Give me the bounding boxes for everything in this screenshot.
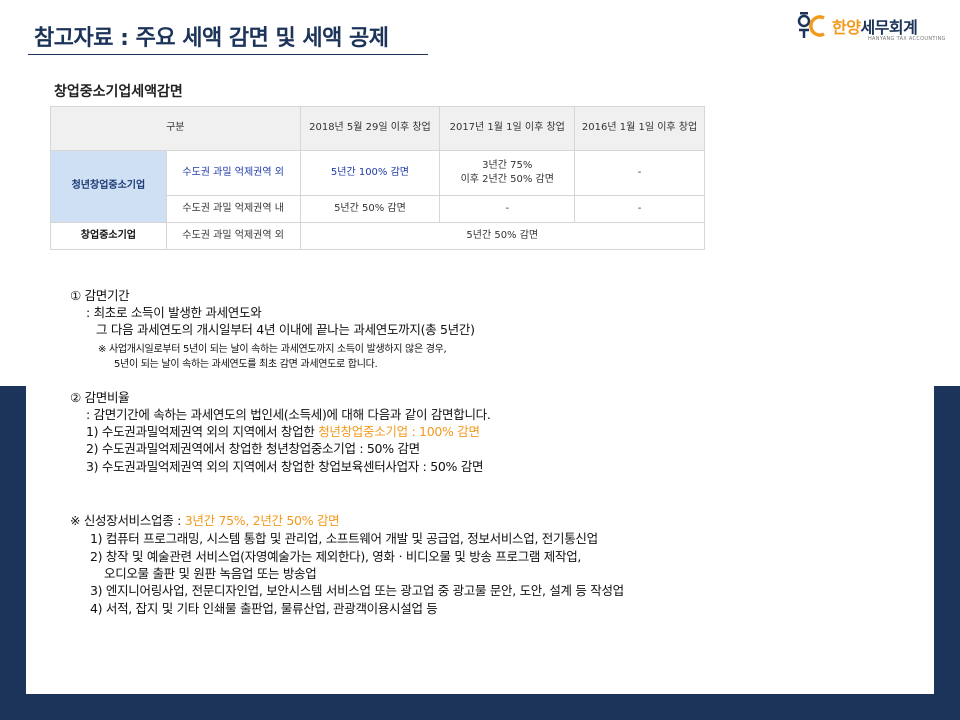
logo-mark-icon <box>797 12 825 38</box>
header-category: 구분 <box>50 106 301 151</box>
ratio-item: 3) 수도권과밀억제권역 외의 지역에서 창업한 창업보육센터사업자 : 50%… <box>86 459 484 474</box>
growth-item: 4) 서적, 잡지 및 기타 인쇄물 출판업, 물류산업, 관광객이용시설업 등 <box>90 601 438 616</box>
growth-item: 1) 컴퓨터 프로그래밍, 시스템 통합 및 관리업, 소프트웨어 개발 및 공… <box>90 531 598 546</box>
value-cell: 5년간 100% 감면 <box>299 150 441 196</box>
table-header-row: 구분 2018년 5월 29일 이후 창업 2017년 1월 1일 이후 창업 … <box>50 106 705 151</box>
header-2016: 2016년 1월 1일 이후 창업 <box>574 106 705 151</box>
table-row: 청년창업중소기업 수도권 과밀 억제권역 외 5년간 100% 감면 3년간 7… <box>50 150 705 223</box>
value-cell: - <box>574 195 705 223</box>
header-2018: 2018년 5월 29일 이후 창업 <box>299 106 441 151</box>
region-cell: 수도권 과밀 억제권역 내 <box>165 195 301 223</box>
period-note: 5년이 되는 날이 속하는 과세연도를 최초 감면 과세연도로 합니다. <box>114 359 378 370</box>
region-cell: 수도권 과밀 억제권역 외 <box>165 150 301 196</box>
company-logo: 한양세무회계 HANYANG TAX ACCOUNTING <box>796 10 946 46</box>
table-row: 창업중소기업 수도권 과밀 억제권역 외 5년간 50% 감면 <box>50 222 706 250</box>
value-cell: 5년간 50% 감면 <box>299 195 441 223</box>
growth-heading: ※ 신성장서비스업종 : 3년간 75%, 2년간 50% 감면 <box>70 513 340 528</box>
period-note: ※ 사업개시일로부터 5년이 되는 날이 속하는 과세연도까지 소득이 발생하지… <box>98 344 447 355</box>
title-underline <box>28 54 428 55</box>
header-2017: 2017년 1월 1일 이후 창업 <box>439 106 576 151</box>
merged-value-cell: 5년간 50% 감면 <box>299 222 706 250</box>
logo-subtitle: HANYANG TAX ACCOUNTING <box>868 36 946 42</box>
section-heading: 창업중소기업세액감면 <box>54 84 183 100</box>
value-cell: - <box>574 150 705 196</box>
growth-item: 3) 엔지니어링사업, 전문디자인업, 보안시스템 서비스업 또는 광고업 중 … <box>90 583 624 598</box>
tax-relief-table: 구분 2018년 5월 29일 이후 창업 2017년 1월 1일 이후 창업 … <box>50 106 706 250</box>
ratio-item: 2) 수도권과밀억제권역에서 창업한 청년창업중소기업 : 50% 감면 <box>86 441 420 456</box>
category-cell: 창업중소기업 <box>50 222 167 250</box>
value-cell: 3년간 75% 이후 2년간 50% 감면 <box>439 150 576 196</box>
category-cell: 청년창업중소기업 <box>50 150 167 223</box>
value-cell: - <box>439 195 576 223</box>
page-title: 참고자료 : 주요 세액 감면 및 세액 공제 <box>34 26 389 51</box>
period-line: 그 다음 과세연도의 개시일부터 4년 이내에 끝나는 과세연도까지(총 5년간… <box>96 322 475 337</box>
logo-wordmark: 한양세무회계 <box>832 18 918 37</box>
region-cell: 수도권 과밀 억제권역 외 <box>165 222 301 250</box>
